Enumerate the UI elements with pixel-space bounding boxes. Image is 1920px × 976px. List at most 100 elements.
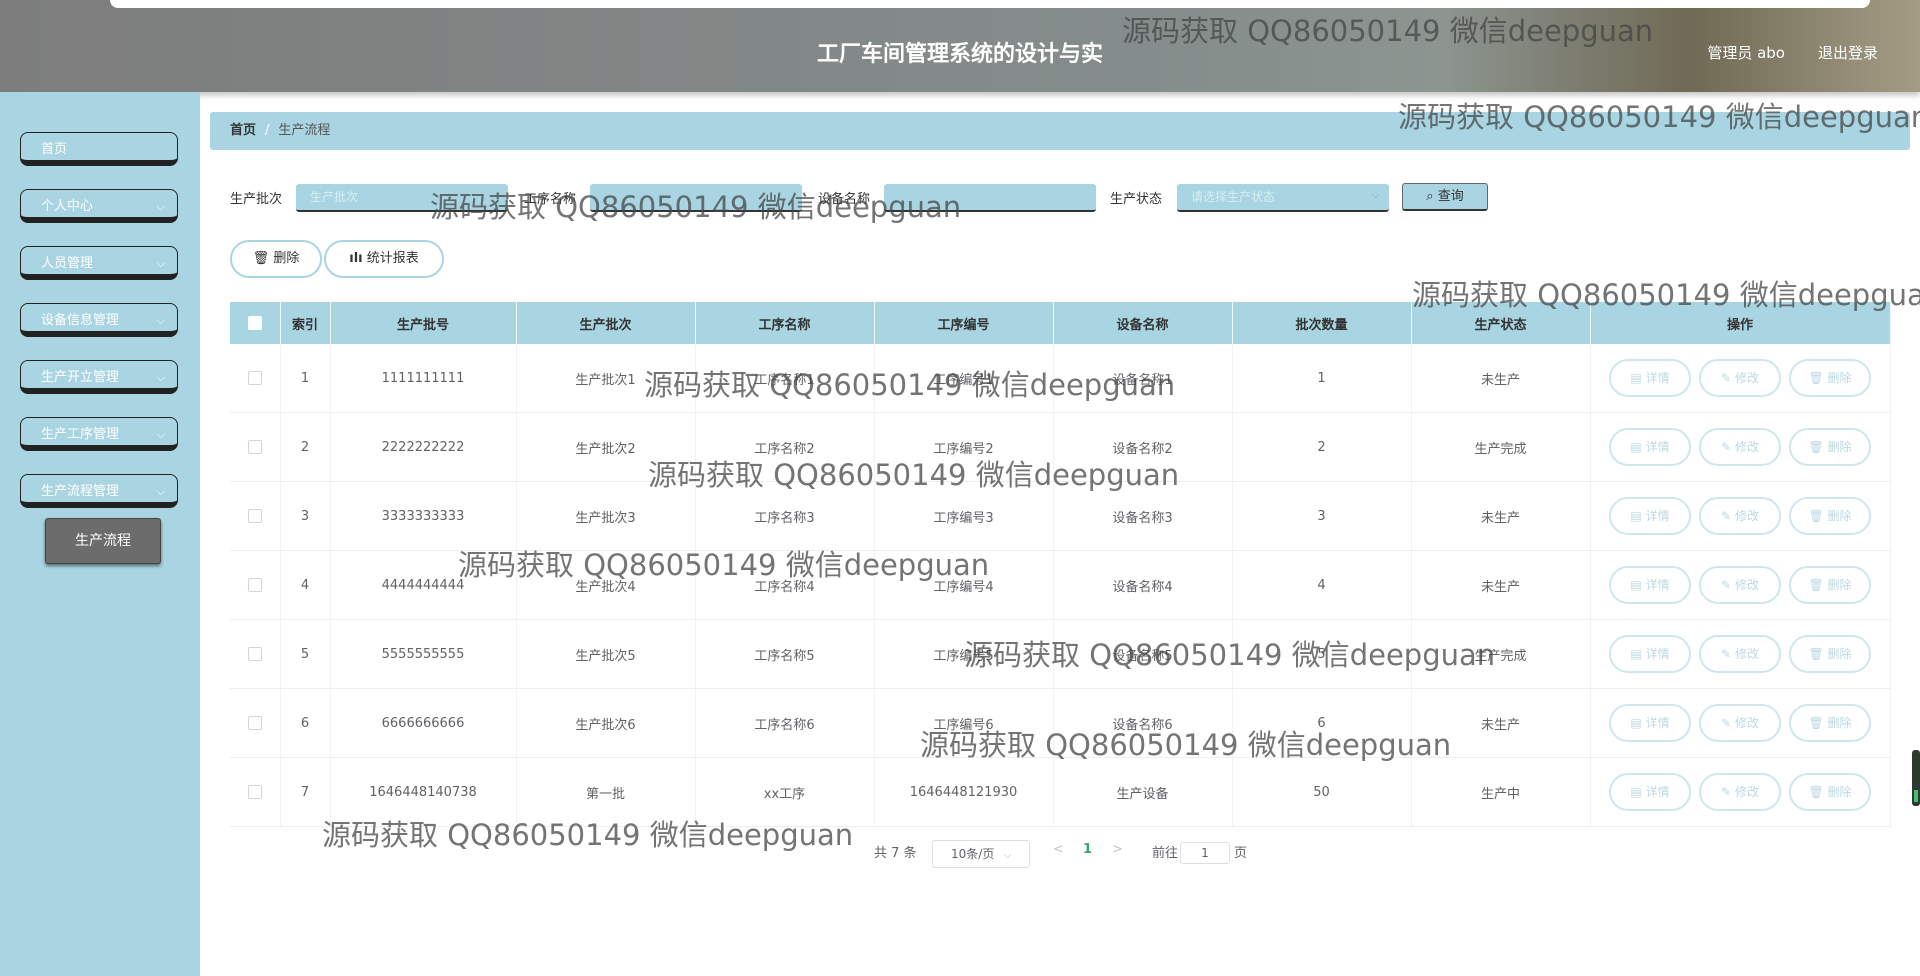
detail-icon: ▤ (1630, 785, 1642, 799)
chevron-down-icon: ⌵ (156, 485, 165, 498)
device-name-input[interactable] (884, 184, 1096, 212)
page-scrollbar[interactable] (1912, 750, 1920, 806)
col-header-process-name: 工序名称 (695, 302, 875, 344)
edit-icon: ✎ (1721, 647, 1732, 661)
row-detail-button[interactable]: ▤ 详情 (1609, 497, 1691, 535)
goto-page-input[interactable]: 1 (1180, 842, 1230, 864)
row-detail-button[interactable]: ▤ 详情 (1609, 566, 1691, 604)
cell-index: 5 (280, 619, 331, 689)
row-actions-cell: ▤ 详情 ✎ 修改 🗑 删除 (1590, 344, 1891, 413)
trash-icon: 🗑 (252, 251, 270, 266)
trash-icon: 🗑 (1808, 785, 1824, 799)
cell-batch: 生产批次6 (516, 688, 696, 758)
row-delete-button[interactable]: 🗑 删除 (1789, 566, 1871, 604)
prev-page-button[interactable]: < (1053, 842, 1064, 857)
cell-batch: 生产批次3 (516, 481, 696, 551)
row-detail-button[interactable]: ▤ 详情 (1609, 428, 1691, 466)
row-delete-label: 删除 (1827, 509, 1852, 523)
cell-process: 工序名称1 (695, 344, 875, 413)
row-edit-label: 修改 (1734, 647, 1759, 661)
cell-batch: 生产批次2 (516, 412, 696, 482)
logout-link[interactable]: 退出登录 (1818, 42, 1878, 63)
search-icon: ⌕ (1426, 189, 1434, 204)
row-checkbox[interactable] (247, 716, 262, 730)
row-checkbox[interactable] (247, 785, 262, 799)
row-edit-button[interactable]: ✎ 修改 (1699, 359, 1781, 397)
chevron-down-icon: ⌵ (1372, 190, 1380, 201)
row-edit-button[interactable]: ✎ 修改 (1699, 773, 1781, 811)
row-actions-cell: ▤ 详情 ✎ 修改 🗑 删除 (1590, 619, 1891, 689)
sidebar-item-device-info-management[interactable]: 设备信息管理 ⌵ (20, 303, 178, 337)
row-checkbox[interactable] (247, 371, 262, 385)
cell-process-no: 工序编号3 (874, 481, 1054, 551)
row-checkbox[interactable] (247, 509, 262, 523)
cell-status: 生产中 (1411, 757, 1591, 827)
row-actions-cell: ▤ 详情 ✎ 修改 🗑 删除 (1590, 757, 1891, 827)
sidebar-item-production-flow-management[interactable]: 生产流程管理 ⌵ (20, 474, 178, 508)
row-detail-button[interactable]: ▤ 详情 (1609, 773, 1691, 811)
cell-index: 2 (280, 412, 331, 482)
edit-icon: ✎ (1721, 716, 1732, 730)
status-select[interactable] (1177, 184, 1389, 212)
col-header-device-name: 设备名称 (1053, 302, 1233, 344)
bulk-delete-label: 删除 (273, 251, 300, 266)
chevron-down-icon: ⌵ (156, 428, 165, 441)
row-checkbox[interactable] (247, 440, 262, 454)
col-header-batch-no: 生产批号 (330, 302, 517, 344)
row-detail-button[interactable]: ▤ 详情 (1609, 359, 1691, 397)
row-detail-label: 详情 (1645, 785, 1670, 799)
row-edit-button[interactable]: ✎ 修改 (1699, 497, 1781, 535)
stats-report-button[interactable]: ılı 统计报表 (324, 240, 444, 278)
col-header-process-no: 工序编号 (874, 302, 1054, 344)
row-checkbox[interactable] (247, 647, 262, 661)
row-edit-button[interactable]: ✎ 修改 (1699, 566, 1781, 604)
select-all-checkbox[interactable] (247, 316, 262, 330)
row-edit-button[interactable]: ✎ 修改 (1699, 704, 1781, 742)
breadcrumb: 首页 / 生产流程 (210, 112, 1910, 150)
row-detail-button[interactable]: ▤ 详情 (1609, 635, 1691, 673)
row-delete-button[interactable]: 🗑 删除 (1789, 497, 1871, 535)
breadcrumb-home[interactable]: 首页 (230, 123, 256, 138)
row-edit-label: 修改 (1734, 371, 1759, 385)
next-page-button[interactable]: > (1112, 842, 1123, 857)
cell-process-no: 工序编号6 (874, 688, 1054, 758)
batch-input[interactable] (296, 184, 508, 212)
chevron-down-icon: ⌵ (156, 257, 165, 270)
row-delete-button[interactable]: 🗑 删除 (1789, 773, 1871, 811)
row-delete-button[interactable]: 🗑 删除 (1789, 635, 1871, 673)
row-select-cell (230, 550, 281, 620)
goto-label: 前往 (1152, 846, 1179, 861)
edit-icon: ✎ (1721, 440, 1732, 454)
cell-process: 工序名称6 (695, 688, 875, 758)
sidebar-item-personal-center[interactable]: 个人中心 ⌵ (20, 189, 178, 223)
row-actions-cell: ▤ 详情 ✎ 修改 🗑 删除 (1590, 550, 1891, 620)
row-edit-label: 修改 (1734, 785, 1759, 799)
row-checkbox[interactable] (247, 578, 262, 592)
row-edit-button[interactable]: ✎ 修改 (1699, 428, 1781, 466)
row-detail-button[interactable]: ▤ 详情 (1609, 704, 1691, 742)
row-edit-label: 修改 (1734, 716, 1759, 730)
sidebar-item-production-order-management[interactable]: 生产开立管理 ⌵ (20, 360, 178, 394)
sidebar-item-home[interactable]: 首页 (20, 132, 178, 166)
row-edit-button[interactable]: ✎ 修改 (1699, 635, 1781, 673)
row-delete-button[interactable]: 🗑 删除 (1789, 359, 1871, 397)
sidebar-subitem-production-flow[interactable]: 生产流程 (45, 518, 161, 564)
query-button[interactable]: ⌕ 查询 (1402, 183, 1488, 211)
table-row: 3 3333333333 生产批次3 工序名称3 工序编号3 设备名称3 3 未生产 ▤ 详情 ✎… (230, 481, 1891, 551)
process-name-input[interactable] (590, 184, 802, 212)
cell-status: 生产完成 (1411, 412, 1591, 482)
sidebar-item-staff-management[interactable]: 人员管理 ⌵ (20, 246, 178, 280)
page-size-select[interactable]: 10条/页 ⌵ (932, 840, 1030, 868)
col-header-actions: 操作 (1590, 302, 1891, 344)
table-row: 2 2222222222 生产批次2 工序名称2 工序编号2 设备名称2 2 生产完成 ▤ 详情… (230, 412, 1891, 482)
bulk-delete-button[interactable]: 🗑 删除 (230, 240, 322, 278)
sidebar-item-production-process-management[interactable]: 生产工序管理 ⌵ (20, 417, 178, 451)
row-detail-label: 详情 (1645, 578, 1670, 592)
row-delete-button[interactable]: 🗑 删除 (1789, 428, 1871, 466)
col-header-batch: 生产批次 (516, 302, 696, 344)
page-number-1[interactable]: 1 (1083, 842, 1092, 857)
row-detail-label: 详情 (1645, 440, 1670, 454)
row-select-cell (230, 344, 281, 413)
row-delete-button[interactable]: 🗑 删除 (1789, 704, 1871, 742)
row-select-cell (230, 619, 281, 689)
